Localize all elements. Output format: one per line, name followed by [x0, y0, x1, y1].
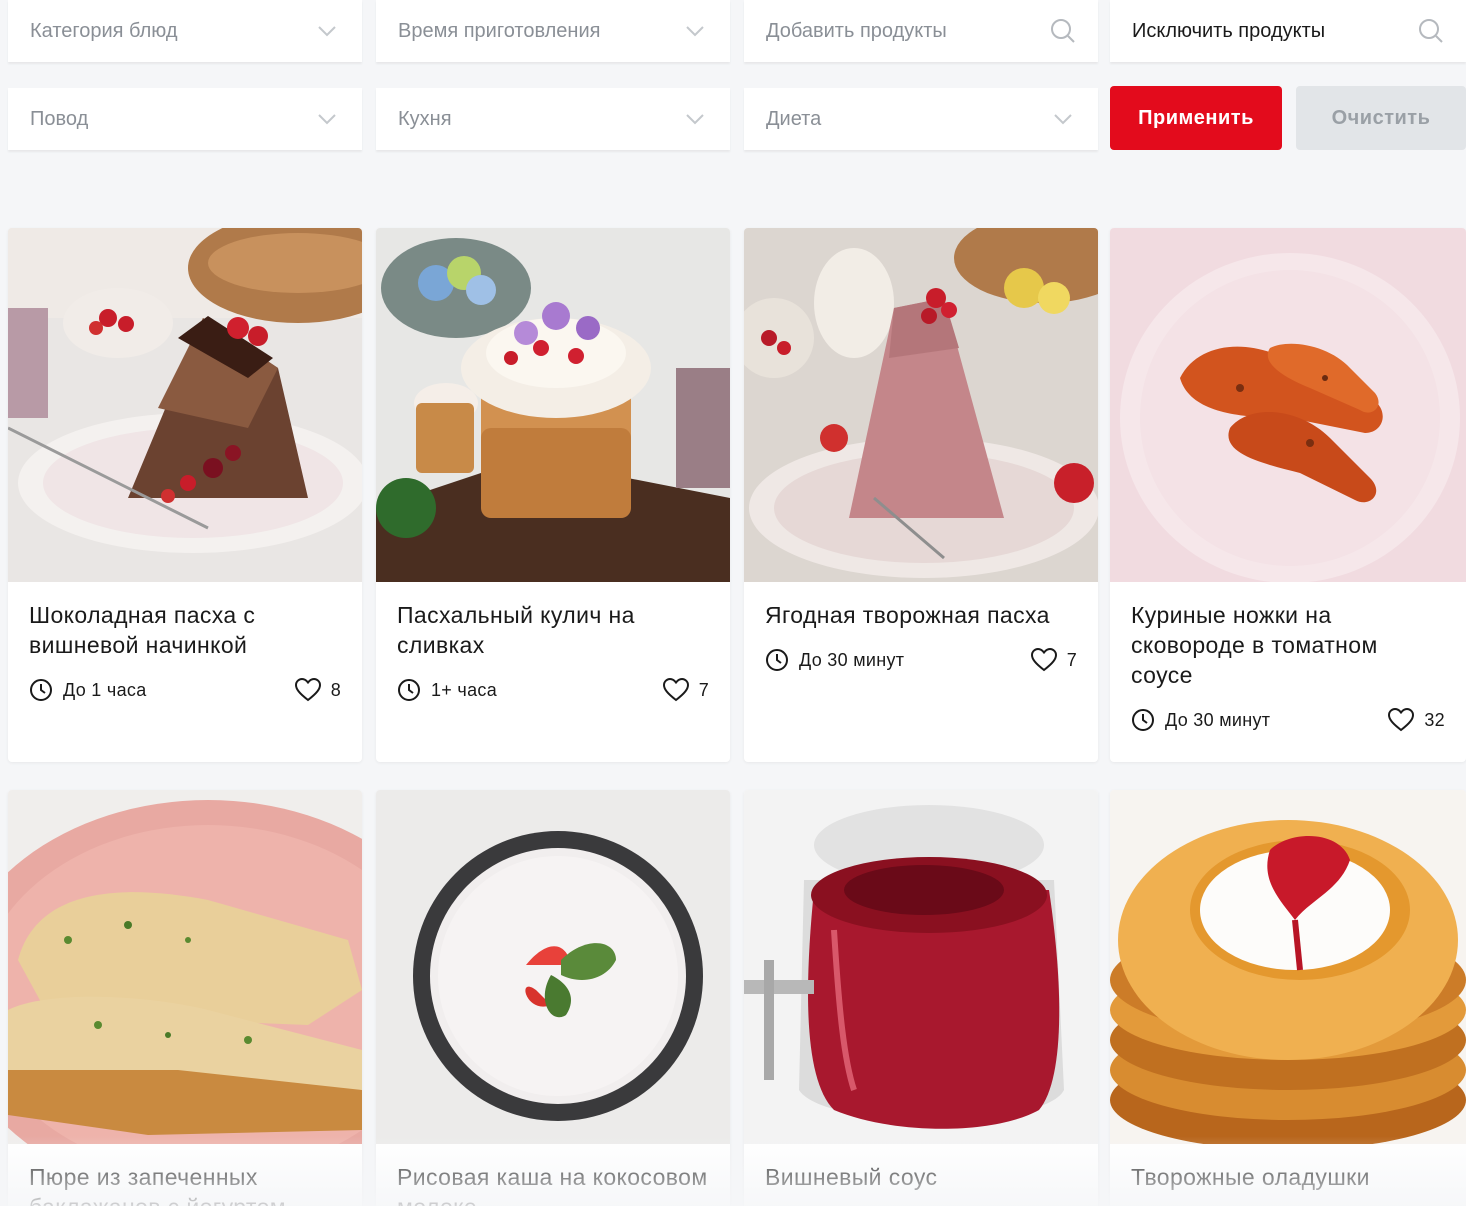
add-products-input[interactable]: Добавить продукты — [744, 0, 1098, 62]
recipe-card[interactable]: Вишневый соус — [744, 790, 1098, 1206]
cook-time: 1+ часа — [397, 678, 497, 702]
recipe-title[interactable]: Ягодная творожная пасха — [765, 600, 1077, 630]
heart-icon — [662, 678, 689, 702]
search-icon — [1050, 18, 1076, 44]
cooking-time-select[interactable]: Время приготовления — [376, 0, 730, 62]
apply-button[interactable]: Применить — [1110, 86, 1282, 150]
recipe-card[interactable]: Рисовая каша на кокосовом молоке — [376, 790, 730, 1206]
occasion-label: Повод — [30, 107, 89, 130]
cook-time-value: До 1 часа — [63, 679, 147, 700]
heart-icon — [294, 678, 321, 702]
heart-icon — [1388, 708, 1415, 732]
exclude-products-input[interactable]: Исключить продукты — [1110, 0, 1466, 62]
diet-select[interactable]: Диета — [744, 88, 1098, 150]
recipe-title[interactable]: Шоколадная пасха с вишневой начинкой — [29, 600, 341, 660]
recipe-photo-berry-paskha — [744, 228, 1098, 582]
cooking-time-label: Время приготовления — [398, 19, 601, 42]
add-products-placeholder: Добавить продукты — [766, 19, 947, 42]
recipe-photo-chocolate-paskha — [8, 228, 362, 582]
cook-time: До 1 часа — [29, 678, 147, 702]
search-icon — [1418, 18, 1444, 44]
recipe-title[interactable]: Пюре из запеченных баклажанов с йогуртом — [29, 1162, 341, 1206]
recipe-photo-syrniki-pancakes — [1110, 790, 1466, 1144]
recipe-card[interactable]: Пюре из запеченных баклажанов с йогуртом — [8, 790, 362, 1206]
like-count: 7 — [698, 679, 709, 700]
like-count: 32 — [1424, 709, 1445, 730]
chevron-down-icon — [682, 106, 708, 132]
like-button[interactable]: 32 — [1388, 708, 1445, 732]
recipe-title[interactable]: Пасхальный кулич на сливках — [397, 600, 709, 660]
recipe-photo-kulich — [376, 228, 730, 582]
clock-icon — [398, 679, 420, 701]
recipe-photo-rice-porridge — [376, 790, 730, 1144]
clock-icon — [1132, 709, 1154, 731]
cuisine-select[interactable]: Кухня — [376, 88, 730, 150]
cook-time: До 30 минут — [1131, 708, 1270, 732]
cook-time: До 30 минут — [765, 648, 904, 672]
heart-icon — [1030, 648, 1057, 672]
dish-category-label: Категория блюд — [30, 19, 178, 42]
recipe-card[interactable]: Куриные ножки на сковороде в томатном со… — [1110, 228, 1466, 762]
chevron-down-icon — [682, 18, 708, 44]
chevron-down-icon — [1050, 106, 1076, 132]
recipe-card[interactable]: Пасхальный кулич на сливках 1+ часа 7 — [376, 228, 730, 762]
occasion-select[interactable]: Повод — [8, 88, 362, 150]
recipe-card[interactable]: Ягодная творожная пасха До 30 минут 7 — [744, 228, 1098, 762]
clear-button[interactable]: Очистить — [1296, 86, 1466, 150]
recipe-title[interactable]: Куриные ножки на сковороде в томатном со… — [1131, 600, 1445, 690]
recipe-photo-chicken-legs — [1110, 228, 1466, 582]
diet-label: Диета — [766, 107, 822, 130]
recipe-title[interactable]: Творожные оладушки — [1131, 1162, 1445, 1192]
clock-icon — [766, 649, 788, 671]
recipe-card[interactable]: Шоколадная пасха с вишневой начинкой До … — [8, 228, 362, 762]
recipe-title[interactable]: Рисовая каша на кокосовом молоке — [397, 1162, 709, 1206]
cook-time-value: До 30 минут — [799, 649, 905, 670]
like-count: 8 — [330, 679, 341, 700]
like-button[interactable]: 8 — [294, 678, 341, 702]
recipe-photo-eggplant-puree — [8, 790, 362, 1144]
like-count: 7 — [1066, 649, 1077, 670]
cook-time-value: 1+ часа — [431, 679, 498, 700]
chevron-down-icon — [314, 106, 340, 132]
like-button[interactable]: 7 — [662, 678, 709, 702]
chevron-down-icon — [314, 18, 340, 44]
like-button[interactable]: 7 — [1030, 648, 1077, 672]
cuisine-label: Кухня — [398, 107, 452, 130]
recipe-card[interactable]: Творожные оладушки — [1110, 790, 1466, 1206]
clock-icon — [30, 679, 52, 701]
recipe-photo-cherry-sauce — [744, 790, 1098, 1144]
dish-category-select[interactable]: Категория блюд — [8, 0, 362, 62]
exclude-products-placeholder: Исключить продукты — [1132, 19, 1326, 42]
cook-time-value: До 30 минут — [1165, 709, 1271, 730]
recipe-title[interactable]: Вишневый соус — [765, 1162, 1077, 1192]
